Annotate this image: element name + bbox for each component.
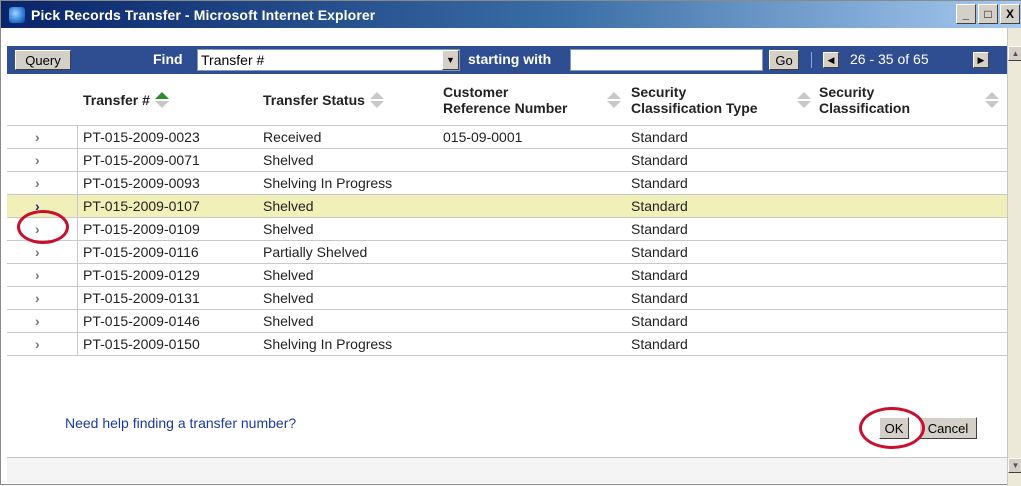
- cell-customer-reference: 015-09-0001: [443, 129, 523, 145]
- previous-page-icon[interactable]: ◀: [823, 52, 839, 68]
- table-row[interactable]: › PT-015-2009-0131 Shelved Standard: [7, 287, 1010, 310]
- cell-transfer-status: Shelved: [263, 290, 314, 306]
- sort-icon[interactable]: [985, 92, 999, 108]
- sort-ascending-icon[interactable]: [154, 92, 169, 108]
- next-page-icon[interactable]: ▶: [973, 52, 989, 68]
- transfer-table: Transfer # Transfer Status Customer Refe…: [7, 74, 1010, 356]
- minimize-button[interactable]: _: [956, 4, 976, 24]
- cell-transfer-number: PT-015-2009-0116: [83, 244, 199, 260]
- column-header-status[interactable]: Transfer Status: [263, 74, 384, 126]
- cell-security-type: Standard: [631, 244, 688, 260]
- cell-security-type: Standard: [631, 175, 688, 191]
- browser-window: Pick Records Transfer - Microsoft Intern…: [0, 0, 1021, 486]
- cell-security-type: Standard: [631, 152, 688, 168]
- vertical-scrollbar[interactable]: ▲ ▼: [1007, 28, 1021, 486]
- maximize-button[interactable]: □: [978, 4, 998, 24]
- cell-transfer-number: PT-015-2009-0093: [83, 175, 200, 191]
- find-field-select[interactable]: Transfer # ▼: [197, 49, 460, 71]
- cell-transfer-status: Shelved: [263, 221, 314, 237]
- column-label-transfer: Transfer #: [83, 92, 150, 108]
- column-header-security-class[interactable]: Security Classification: [819, 74, 999, 126]
- cell-security-type: Standard: [631, 267, 688, 283]
- column-divider: [77, 126, 78, 356]
- query-button[interactable]: Query: [15, 50, 71, 70]
- dropdown-arrow-icon[interactable]: ▼: [442, 50, 459, 70]
- highlight-circle-row: [17, 210, 69, 244]
- cell-transfer-number: PT-015-2009-0129: [83, 267, 200, 283]
- row-select-arrow-icon[interactable]: ›: [35, 172, 40, 195]
- table-row[interactable]: › PT-015-2009-0116 Partially Shelved Standa…: [7, 241, 1010, 264]
- highlight-circle-ok: [859, 407, 925, 449]
- row-select-arrow-icon[interactable]: ›: [35, 310, 40, 333]
- table-row[interactable]: › PT-015-2009-0093 Shelving In Progress Sta…: [7, 172, 1010, 195]
- column-header-customer-ref[interactable]: Customer Reference Number: [443, 74, 621, 126]
- cell-security-type: Standard: [631, 221, 688, 237]
- cell-security-type: Standard: [631, 336, 688, 352]
- table-row[interactable]: › PT-015-2009-0071 Shelved Standard: [7, 149, 1010, 172]
- find-selected-value: Transfer #: [201, 52, 265, 68]
- window-title: Pick Records Transfer - Microsoft Intern…: [31, 6, 376, 23]
- column-header-security-type[interactable]: Security Classification Type: [631, 74, 811, 126]
- cell-transfer-number: PT-015-2009-0146: [83, 313, 200, 329]
- row-select-arrow-icon[interactable]: ›: [35, 333, 40, 356]
- table-header: Transfer # Transfer Status Customer Refe…: [7, 74, 1010, 126]
- ie-logo-icon: [9, 6, 25, 23]
- cell-transfer-status: Shelving In Progress: [263, 336, 393, 352]
- scroll-up-icon[interactable]: ▲: [1008, 46, 1021, 61]
- window-controls: _ □ X: [954, 4, 1020, 24]
- starting-with-label: starting with: [468, 51, 552, 67]
- cell-transfer-status: Received: [263, 129, 322, 145]
- scroll-down-icon[interactable]: ▼: [1008, 458, 1021, 473]
- cell-security-type: Standard: [631, 313, 688, 329]
- column-label-security-type: Security Classification Type: [631, 84, 758, 116]
- table-row-selected[interactable]: › PT-015-2009-0107 Shelved Standard: [7, 195, 1010, 218]
- close-button[interactable]: X: [1000, 4, 1020, 24]
- cell-security-type: Standard: [631, 290, 688, 306]
- cell-transfer-status: Partially Shelved: [263, 244, 368, 260]
- table-row[interactable]: › PT-015-2009-0023 Received 015-09-0001 Stan…: [7, 126, 1010, 149]
- help-link[interactable]: Need help finding a transfer number?: [65, 415, 296, 431]
- search-toolbar: Query Find Transfer # ▼ starting with Go…: [7, 46, 1010, 74]
- row-select-arrow-icon[interactable]: ›: [35, 287, 40, 310]
- cell-transfer-number: PT-015-2009-0023: [83, 129, 200, 145]
- cell-transfer-number: PT-015-2009-0071: [83, 152, 200, 168]
- column-label-customer-ref: Customer Reference Number: [443, 84, 568, 116]
- column-header-transfer[interactable]: Transfer #: [83, 74, 169, 126]
- cancel-button[interactable]: Cancel: [919, 417, 977, 439]
- cell-transfer-status: Shelved: [263, 152, 314, 168]
- row-select-arrow-icon[interactable]: ›: [35, 241, 40, 264]
- sort-icon[interactable]: [607, 92, 621, 108]
- cell-security-type: Standard: [631, 198, 688, 214]
- cell-transfer-status: Shelving In Progress: [263, 175, 393, 191]
- title-bar[interactable]: Pick Records Transfer - Microsoft Intern…: [1, 1, 1021, 28]
- column-label-security-class: Security Classification: [819, 84, 911, 116]
- starting-with-input[interactable]: [570, 49, 763, 71]
- cell-transfer-number: PT-015-2009-0131: [83, 290, 200, 306]
- cell-transfer-status: Shelved: [263, 267, 314, 283]
- row-select-arrow-icon[interactable]: ›: [35, 149, 40, 172]
- row-select-arrow-icon[interactable]: ›: [35, 126, 40, 149]
- table-row[interactable]: › PT-015-2009-0109 Shelved Standard: [7, 218, 1010, 241]
- cell-transfer-status: Shelved: [263, 198, 314, 214]
- cell-security-type: Standard: [631, 129, 688, 145]
- toolbar-divider: [811, 52, 812, 68]
- table-row[interactable]: › PT-015-2009-0129 Shelved Standard: [7, 264, 1010, 287]
- table-row[interactable]: › PT-015-2009-0150 Shelving In Progress Sta…: [7, 333, 1010, 356]
- find-label: Find: [153, 51, 183, 67]
- table-body: › PT-015-2009-0023 Received 015-09-0001 Stan…: [7, 126, 1010, 356]
- sort-icon[interactable]: [797, 92, 811, 108]
- cell-transfer-status: Shelved: [263, 313, 314, 329]
- cell-transfer-number: PT-015-2009-0109: [83, 221, 200, 237]
- status-area: [7, 457, 1007, 483]
- go-button[interactable]: Go: [769, 50, 799, 70]
- column-label-status: Transfer Status: [263, 92, 365, 108]
- row-select-arrow-icon[interactable]: ›: [35, 264, 40, 287]
- cell-transfer-number: PT-015-2009-0150: [83, 336, 200, 352]
- pagination-label: 26 - 35 of 65: [850, 51, 929, 67]
- sort-icon[interactable]: [369, 92, 384, 108]
- table-row[interactable]: › PT-015-2009-0146 Shelved Standard: [7, 310, 1010, 333]
- cell-transfer-number: PT-015-2009-0107: [83, 198, 200, 214]
